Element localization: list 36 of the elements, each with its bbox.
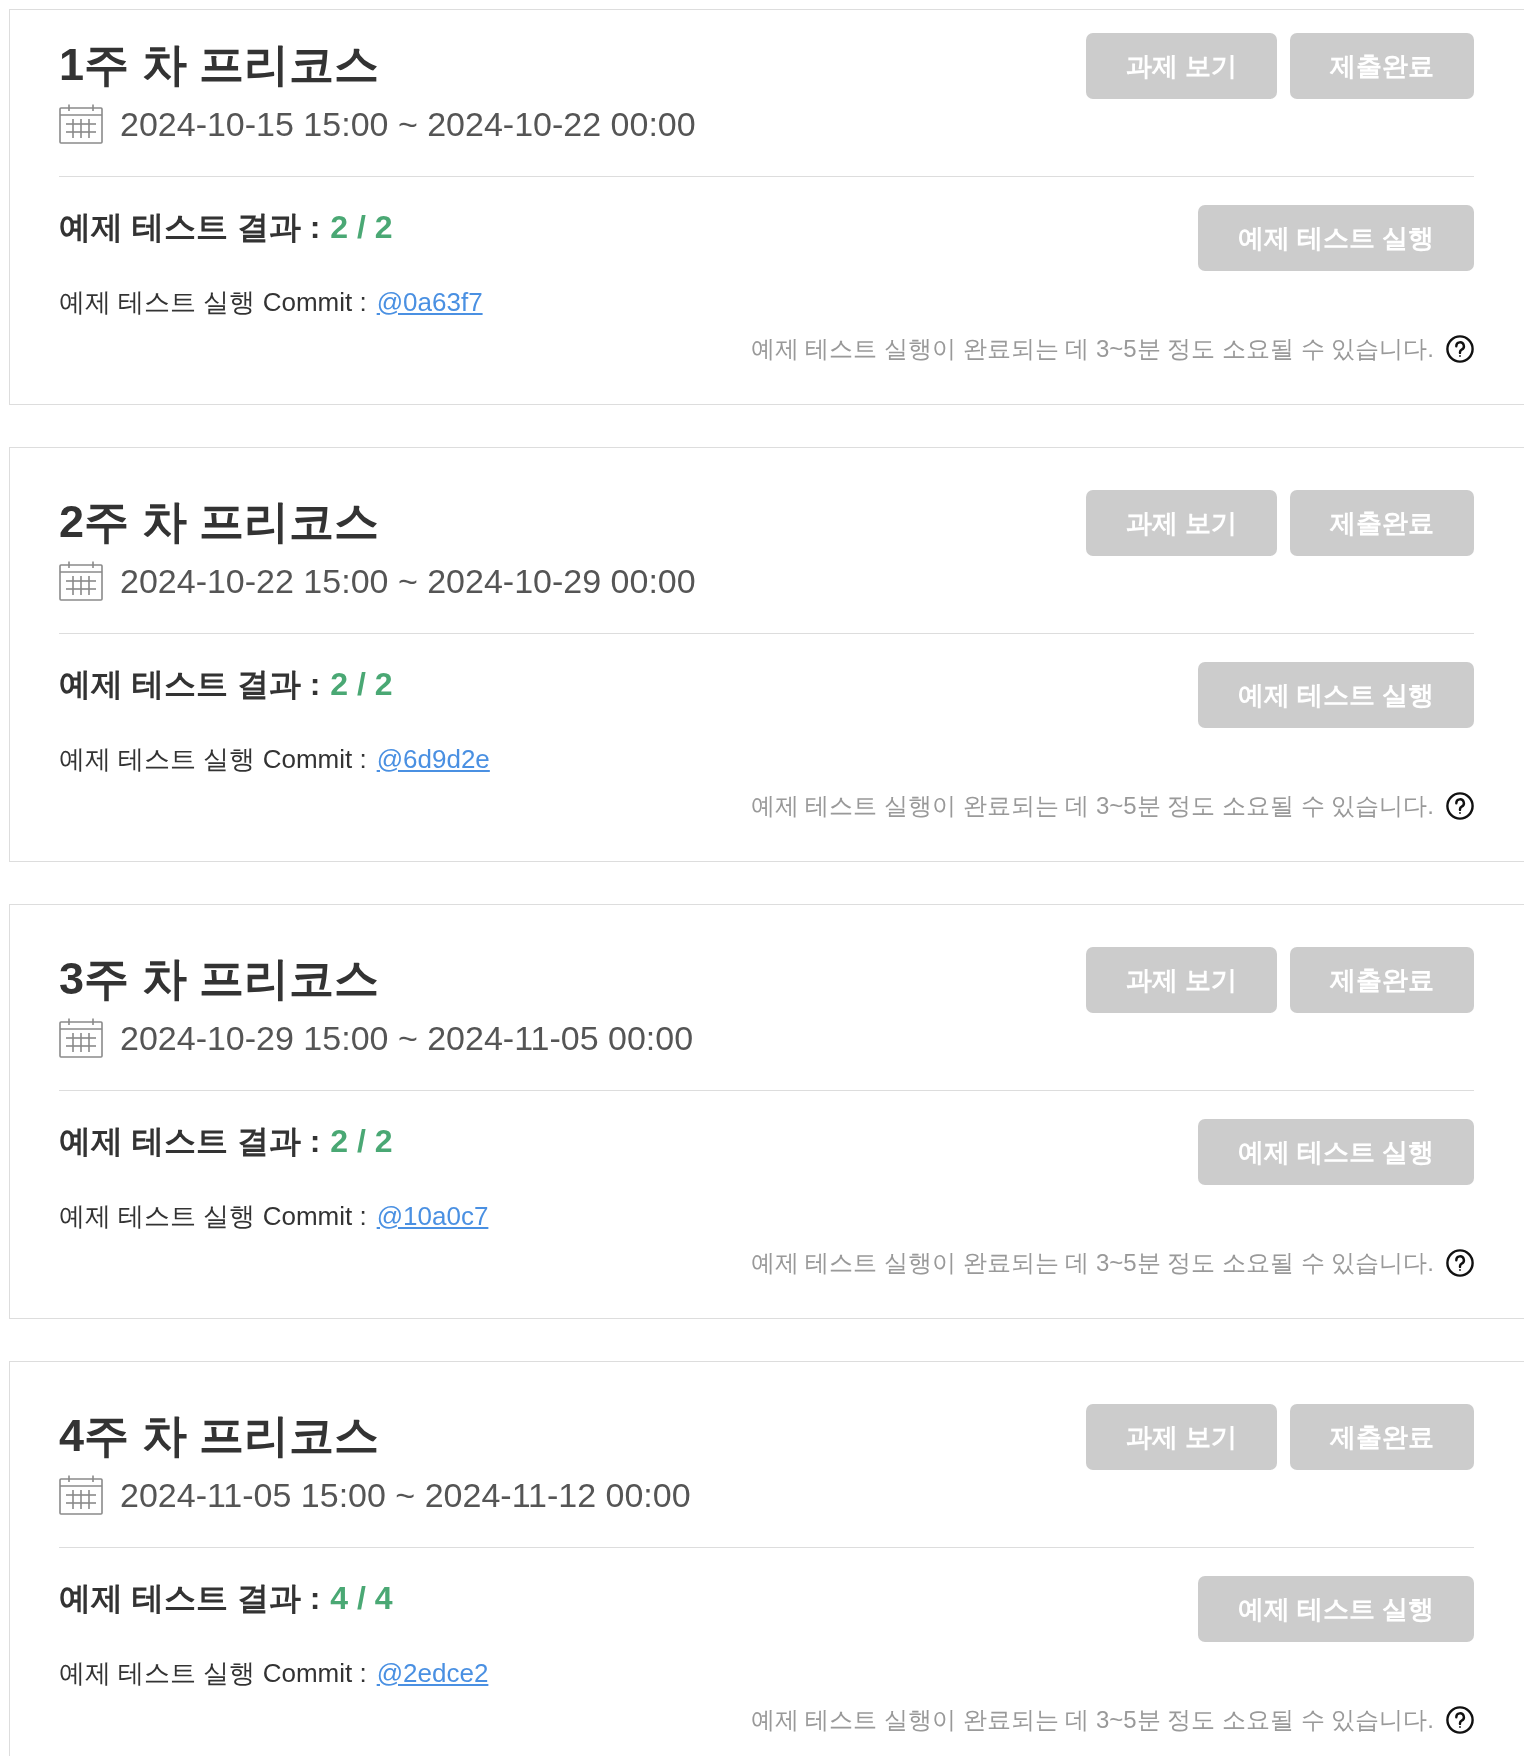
commit-label: 예제 테스트 실행 Commit : xyxy=(59,285,367,319)
result-label: 예제 테스트 결과 : xyxy=(59,1122,321,1161)
week-title: 3주 차 프리코스 xyxy=(59,952,380,1006)
test-score: 4 / 4 xyxy=(330,1579,393,1618)
help-icon[interactable] xyxy=(1446,335,1474,363)
commit-link[interactable]: @6d9d2e xyxy=(376,739,490,779)
help-icon[interactable] xyxy=(1446,1706,1474,1734)
test-score: 2 / 2 xyxy=(330,1122,393,1161)
notice-text: 예제 테스트 실행이 완료되는 데 3~5분 정도 소요될 수 있습니다. xyxy=(750,1248,1434,1278)
calendar-icon xyxy=(59,104,103,144)
date-range: 2024-10-22 15:00 ~ 2024-10-29 00:00 xyxy=(120,561,696,601)
help-icon[interactable] xyxy=(1446,792,1474,820)
week-title: 4주 차 프리코스 xyxy=(59,1409,380,1463)
week-title: 2주 차 프리코스 xyxy=(59,495,380,549)
test-score: 2 / 2 xyxy=(330,665,393,704)
calendar-icon xyxy=(59,561,103,601)
date-range: 2024-10-29 15:00 ~ 2024-11-05 00:00 xyxy=(120,1018,694,1058)
commit-label: 예제 테스트 실행 Commit : xyxy=(59,1199,367,1233)
calendar-icon xyxy=(59,1475,103,1515)
notice-text: 예제 테스트 실행이 완료되는 데 3~5분 정도 소요될 수 있습니다. xyxy=(750,791,1434,821)
commit-link[interactable]: @0a63f7 xyxy=(376,282,483,322)
date-range: 2024-10-15 15:00 ~ 2024-10-22 00:00 xyxy=(120,104,696,144)
result-label: 예제 테스트 결과 : xyxy=(59,665,321,704)
result-label: 예제 테스트 결과 : xyxy=(59,208,321,247)
test-score: 2 / 2 xyxy=(330,208,393,247)
notice-text: 예제 테스트 실행이 완료되는 데 3~5분 정도 소요될 수 있습니다. xyxy=(750,334,1434,364)
date-range: 2024-11-05 15:00 ~ 2024-11-12 00:00 xyxy=(120,1475,691,1515)
result-label: 예제 테스트 결과 : xyxy=(59,1579,321,1618)
help-icon[interactable] xyxy=(1446,1249,1474,1277)
commit-label: 예제 테스트 실행 Commit : xyxy=(59,1656,367,1690)
commit-link[interactable]: @10a0c7 xyxy=(376,1196,489,1236)
notice-text: 예제 테스트 실행이 완료되는 데 3~5분 정도 소요될 수 있습니다. xyxy=(750,1705,1434,1735)
commit-label: 예제 테스트 실행 Commit : xyxy=(59,742,367,776)
week-title: 1주 차 프리코스 xyxy=(59,38,380,92)
calendar-icon xyxy=(59,1018,103,1058)
commit-link[interactable]: @2edce2 xyxy=(376,1653,489,1693)
